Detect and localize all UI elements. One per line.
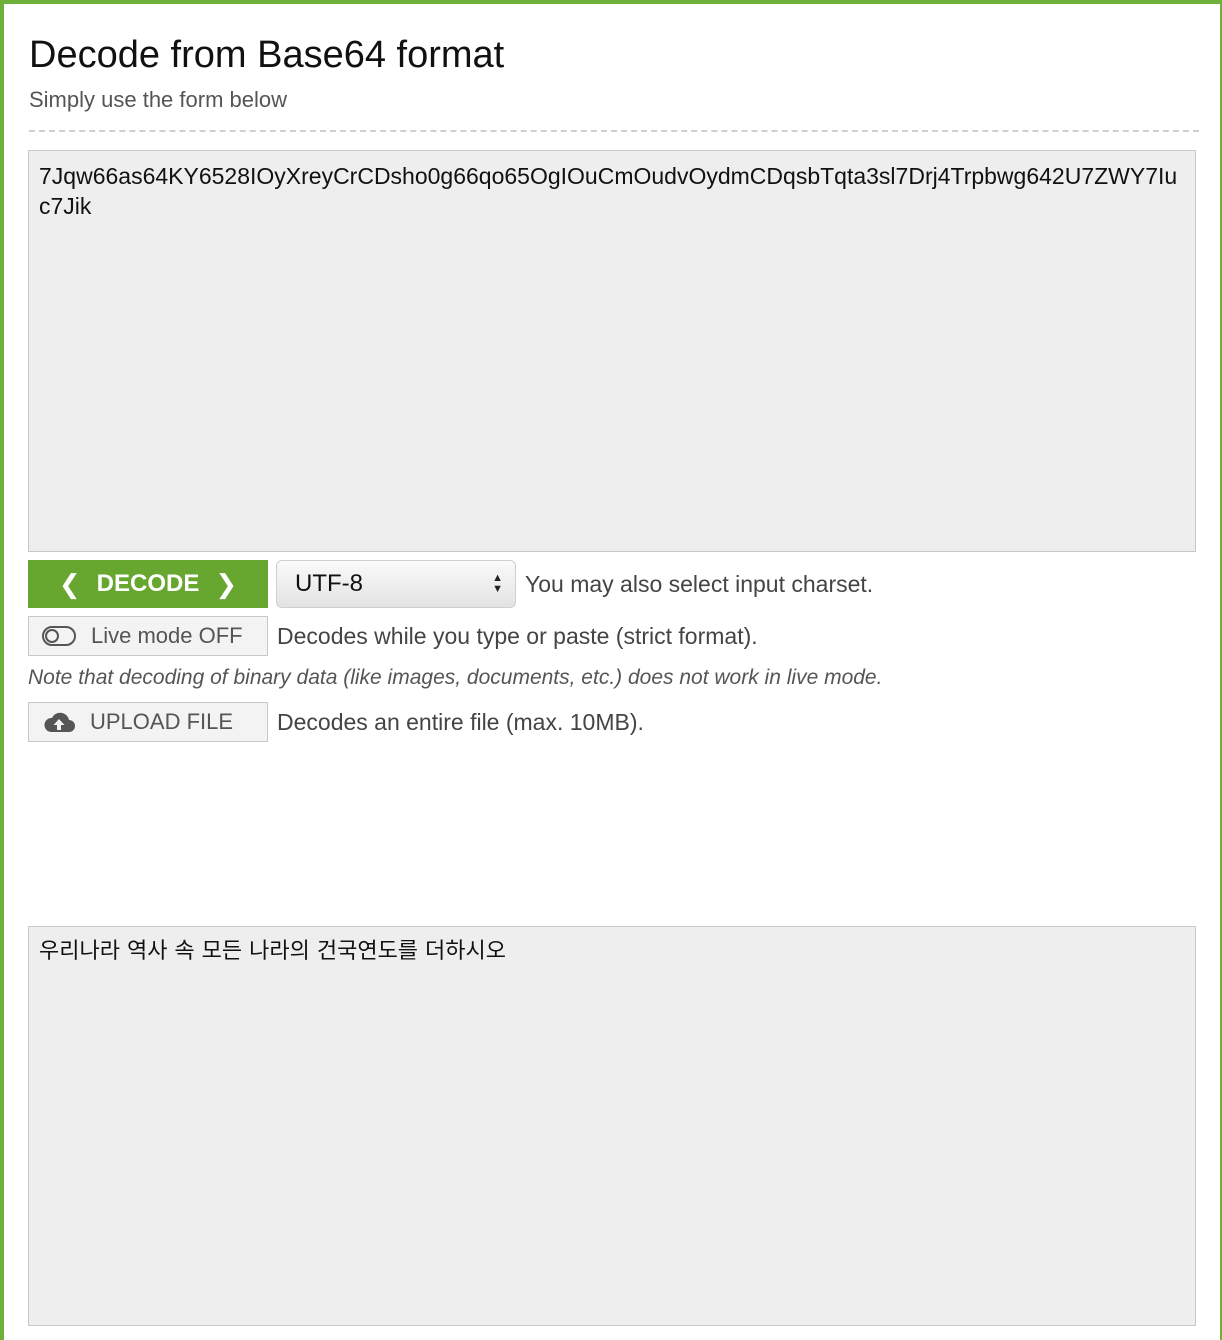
upload-help-text: Decodes an entire file (max. 10MB). xyxy=(277,708,644,735)
upload-file-label: UPLOAD FILE xyxy=(90,709,234,734)
chevron-right-icon: ❯ xyxy=(215,569,238,599)
cloud-upload-icon xyxy=(44,712,75,732)
decode-controls: ❮ DECODE ❯ UTF-8 ▲ ▼ You may also select … xyxy=(28,560,873,608)
page-frame: Decode from Base64 format Simply use the… xyxy=(0,0,1222,1340)
live-mode-label: Live mode OFF xyxy=(91,623,243,648)
select-arrows-icon: ▲ ▼ xyxy=(492,572,503,595)
live-mode-help-text: Decodes while you type or paste (strict … xyxy=(277,622,758,649)
charset-select-value: UTF-8 xyxy=(295,570,363,597)
upload-file-button[interactable]: UPLOAD FILE xyxy=(28,702,268,742)
charset-select[interactable]: UTF-8 ▲ ▼ xyxy=(276,560,516,608)
charset-help-text: You may also select input charset. xyxy=(525,570,874,597)
decode-button[interactable]: ❮ DECODE ❯ xyxy=(28,560,268,608)
decode-button-label: DECODE xyxy=(96,570,200,597)
upload-controls: UPLOAD FILE Decodes an entire file (max.… xyxy=(28,702,644,742)
divider xyxy=(29,130,1199,132)
base64-input-textarea[interactable]: 7Jqw66as64KY6528IOyXreyCrCDsho0g66qo65Og… xyxy=(28,150,1196,552)
live-mode-controls: Live mode OFF Decodes while you type or … xyxy=(28,616,758,656)
live-mode-toggle[interactable]: Live mode OFF xyxy=(28,616,268,656)
toggle-off-icon xyxy=(42,626,76,646)
page-subtitle: Simply use the form below xyxy=(29,87,287,112)
live-mode-note: Note that decoding of binary data (like … xyxy=(28,666,883,689)
chevron-left-icon: ❮ xyxy=(58,569,81,599)
decoded-output-textarea[interactable]: 우리나라 역사 속 모든 나라의 건국연도를 더하시오 xyxy=(28,926,1196,1326)
page-title: Decode from Base64 format xyxy=(29,34,505,76)
